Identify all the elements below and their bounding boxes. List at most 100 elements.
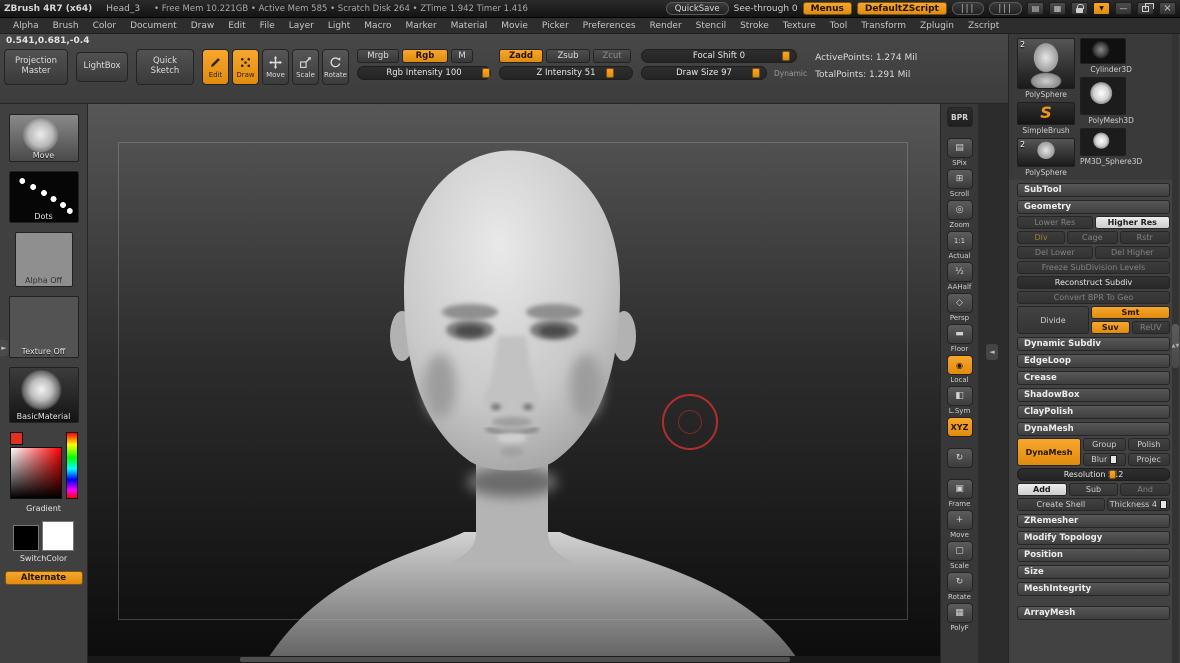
menu-item[interactable]: Draw [184,21,222,31]
del-lower-button[interactable]: Del Lower [1017,246,1093,259]
layout-grid-icon[interactable]: ▦ [1049,2,1066,15]
move-mode-button[interactable]: Move [262,49,289,85]
suv-button[interactable]: Suv [1091,321,1130,334]
menus-button[interactable]: Menus [803,2,852,15]
menu-item[interactable]: Picker [535,21,576,31]
focal-shift-slider[interactable]: Focal Shift 0 [641,49,797,63]
actual-button[interactable]: 1:1 Actual [947,231,973,260]
menu-item[interactable]: Tool [823,21,854,31]
blur-slider[interactable]: Blur [1083,453,1126,466]
z-intensity-slider[interactable]: Z Intensity 51 [499,66,633,80]
scroll-button[interactable]: ⊞ Scroll [947,169,973,198]
add-button[interactable]: Add [1017,483,1067,496]
default-zscript-button[interactable]: DefaultZScript [857,2,947,15]
lock-button[interactable] [1071,2,1088,15]
create-shell-button[interactable]: Create Shell [1017,498,1105,511]
menu-item[interactable]: Macro [357,21,398,31]
menu-item[interactable]: Light [321,21,357,31]
draw-mode-button[interactable]: Draw [232,49,259,85]
texture-selector[interactable]: Texture Off [9,296,79,358]
menu-item[interactable]: Edit [221,21,252,31]
layout-grid-icon[interactable]: ▤ [1027,2,1044,15]
pm3d-sphere3d-thumbnail[interactable] [1080,128,1126,156]
material-selector[interactable]: BasicMaterial [9,367,79,423]
menu-item[interactable]: Movie [494,21,535,31]
menu-item[interactable]: Zscript [961,21,1006,31]
rotate-mode-button[interactable]: Rotate [322,49,349,85]
see-through-slider[interactable]: See-through 0 [734,4,798,14]
lsym-button[interactable]: ◧ L.Sym [947,386,973,415]
group-button[interactable]: Group [1083,438,1126,451]
scale-mode-button[interactable]: Scale [292,49,319,85]
current-tool-thumbnail[interactable]: 2 [1017,38,1075,89]
canvas-hscrollbar-handle[interactable] [240,657,790,662]
dynamesh-header[interactable]: DynaMesh [1017,422,1170,436]
saturation-square[interactable] [10,447,62,499]
frame-button[interactable]: ▣ Frame [947,479,973,508]
claypolish-header[interactable]: ClayPolish [1017,405,1170,419]
zoom-button[interactable]: ◎ Zoom [947,200,973,229]
meshintegrity-header[interactable]: MeshIntegrity [1017,582,1170,596]
reuv-button[interactable]: ReUV [1132,321,1171,334]
panel-scrollbar-track[interactable]: ▲▼ [1172,34,1179,663]
resolution-slider[interactable]: Resolution 512 [1017,468,1170,481]
minimize-button[interactable]: — [1115,2,1132,15]
dynamesh-button[interactable]: DynaMesh [1017,438,1081,466]
simplebrush-thumbnail[interactable]: S [1017,102,1075,126]
size-header[interactable]: Size [1017,565,1170,579]
persp-button[interactable]: ◇ Persp [947,293,973,322]
menu-item[interactable]: Preferences [576,21,643,31]
menu-item[interactable]: Document [123,21,184,31]
rgb-intensity-slider[interactable]: Rgb Intensity 100 [357,66,491,80]
smt-button[interactable]: Smt [1091,306,1170,319]
project-button[interactable]: Projec [1128,453,1171,466]
projection-master-button[interactable]: Projection Master [4,49,68,85]
reconstruct-subdiv-button[interactable]: Reconstruct Subdiv [1017,276,1170,289]
edgeloop-header[interactable]: EdgeLoop [1017,354,1170,368]
arraymesh-header[interactable]: ArrayMesh [1017,606,1170,620]
menu-item[interactable]: File [253,21,282,31]
sub-button[interactable]: Sub [1069,483,1119,496]
position-header[interactable]: Position [1017,548,1170,562]
zadd-button[interactable]: Zadd [499,49,543,63]
lightbox-button[interactable]: LightBox [76,52,128,82]
xyz-button[interactable]: XYZ [947,417,973,446]
switch-color[interactable] [13,521,74,551]
polyframe-button[interactable]: ▦ PolyF [947,603,973,632]
bpr-button[interactable]: BPR [947,107,973,136]
color-picker[interactable] [8,432,80,502]
menu-item[interactable]: Alpha [6,21,46,31]
brush-selector[interactable]: Move [9,114,79,162]
convert-bpr-button[interactable]: Convert BPR To Geo [1017,291,1170,304]
menu-item[interactable]: Brush [46,21,86,31]
subtool-header[interactable]: SubTool [1017,183,1170,197]
cage-button[interactable]: Cage [1067,231,1118,244]
shadowbox-header[interactable]: ShadowBox [1017,388,1170,402]
current-color-swatch[interactable] [10,432,23,445]
local-button[interactable]: ◉ Local [947,355,973,384]
thickness-slider[interactable]: Thickness 4 [1107,498,1170,511]
polymesh3d-thumbnail[interactable] [1080,77,1126,115]
menu-item[interactable]: Texture [776,21,823,31]
modify-topology-header[interactable]: Modify Topology [1017,531,1170,545]
dock-bars-icon[interactable]: ||| [952,2,985,15]
rotate-view-button[interactable]: ↻ Rotate [947,572,973,601]
quick-sketch-button[interactable]: Quick Sketch [136,49,194,85]
move-view-button[interactable]: + Move [947,510,973,539]
alpha-selector[interactable]: Alpha Off [15,232,73,287]
document-canvas[interactable] [88,104,940,663]
rgb-button[interactable]: Rgb [402,49,448,63]
draw-size-slider[interactable]: Draw Size 97 [641,66,767,80]
floor-button[interactable]: ▬ Floor [947,324,973,353]
close-button[interactable]: × [1159,2,1176,15]
dock-bars-icon[interactable]: ||| [989,2,1022,15]
menu-item[interactable]: Zplugin [913,21,961,31]
primary-color-swatch[interactable] [42,521,74,551]
panel-scrollbar-handle[interactable]: ▲▼ [1172,324,1179,368]
right-tray-divider-arrow[interactable]: ◄ [986,344,998,360]
menu-item[interactable]: Marker [399,21,444,31]
freeze-subdivision-button[interactable]: Freeze SubDivision Levels [1017,261,1170,274]
zcut-button[interactable]: Zcut [593,49,631,63]
zsub-button[interactable]: Zsub [546,49,590,63]
aahalf-button[interactable]: ½ AAHalf [947,262,973,291]
